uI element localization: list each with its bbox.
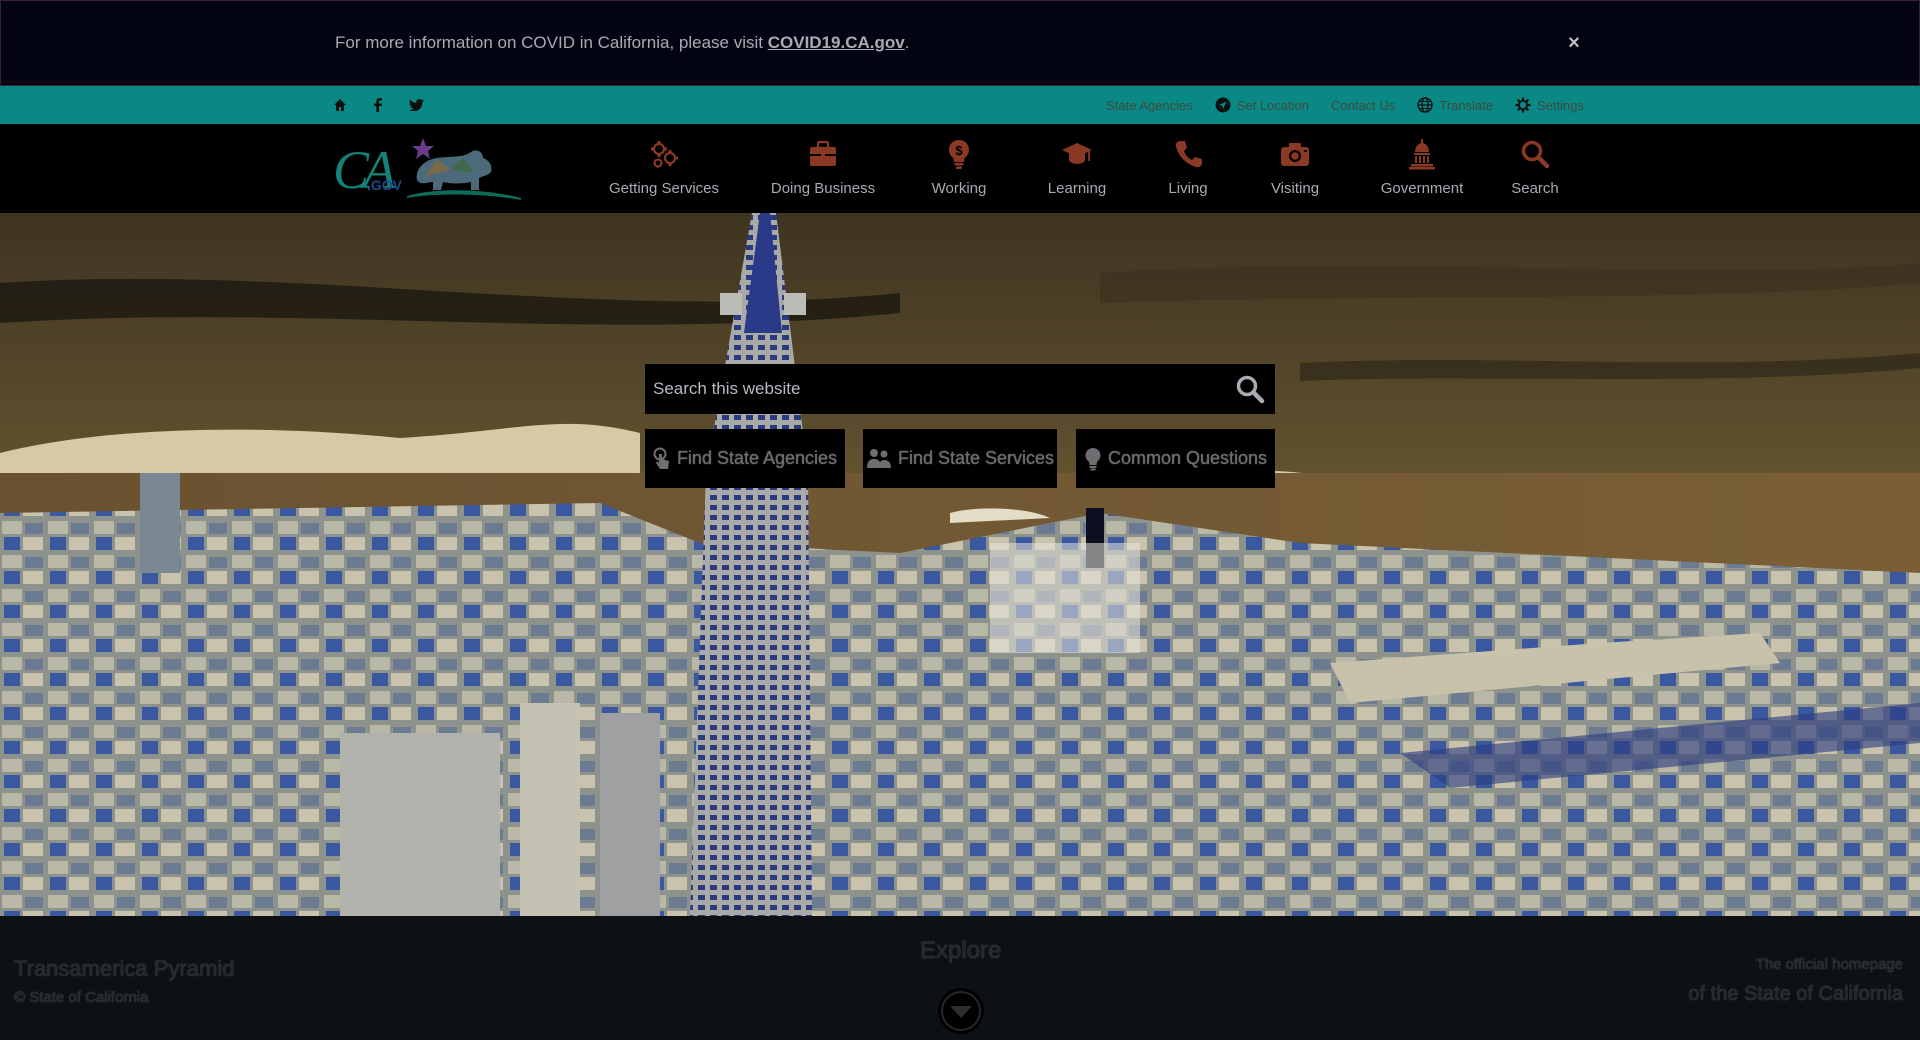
settings-link[interactable]: Settings	[1515, 97, 1584, 113]
quick-link-label: Find State Agencies	[676, 448, 838, 468]
nav-visiting[interactable]: Visiting	[1238, 124, 1352, 213]
quick-link-label: Find State Services	[897, 448, 1055, 468]
main-navigation: CA .GOV Getting Services Doing Business …	[0, 124, 1920, 213]
close-alert-button[interactable]: ×	[1564, 31, 1584, 55]
svg-text:$: $	[955, 143, 963, 158]
people-icon	[866, 448, 891, 468]
utility-links: State Agencies Set Location Contact Us T…	[1106, 86, 1584, 124]
alert-text: For more information on COVID in Califor…	[335, 33, 909, 53]
nav-living[interactable]: Living	[1138, 124, 1238, 213]
alert-message: For more information on COVID in Califor…	[335, 33, 768, 52]
covid-link[interactable]: COVID19.CA.gov	[768, 33, 905, 52]
hero-banner: Find State Agencies Find State Services …	[0, 213, 1920, 916]
official-homepage-line1: The official homepage	[1755, 956, 1903, 973]
nav-search[interactable]: Search	[1492, 124, 1578, 213]
explore-scroll-button[interactable]	[938, 988, 984, 1034]
utility-bar: State Agencies Set Location Contact Us T…	[0, 86, 1920, 124]
home-icon[interactable]	[330, 95, 350, 115]
set-location-label: Set Location	[1236, 97, 1309, 113]
nav-government[interactable]: Government	[1352, 124, 1492, 213]
official-homepage-line2: of the State of California	[1688, 983, 1903, 1005]
nav-working[interactable]: $ Working	[902, 124, 1016, 213]
nav-learning[interactable]: Learning	[1016, 124, 1138, 213]
explore-band: Transamerica Pyramid © State of Californ…	[0, 916, 1920, 1040]
site-search-form	[645, 364, 1275, 414]
find-state-agencies-button[interactable]: Find State Agencies	[645, 429, 845, 488]
alert-suffix: .	[904, 33, 910, 52]
nav-menu: Getting Services Doing Business $ Workin…	[584, 124, 1578, 213]
briefcase-icon	[810, 140, 836, 166]
star-icon	[412, 138, 434, 159]
lightbulb-icon	[1085, 447, 1101, 470]
explore-label: Explore	[920, 937, 1002, 964]
nav-getting-services[interactable]: Getting Services	[584, 124, 744, 213]
nav-label: Government	[1380, 180, 1464, 197]
translate-label: Translate	[1439, 97, 1494, 113]
graduation-cap-icon	[1062, 143, 1092, 164]
hero-background-image	[0, 213, 1920, 916]
social-links	[330, 95, 426, 115]
grass-icon	[407, 190, 521, 200]
camera-icon	[1281, 143, 1309, 166]
set-location-link[interactable]: Set Location	[1215, 97, 1309, 113]
ca-gov-logo[interactable]: CA .GOV	[333, 130, 523, 206]
find-state-services-button[interactable]: Find State Services	[863, 429, 1057, 488]
nav-label: Working	[931, 180, 987, 197]
gears-icon	[651, 141, 678, 168]
contact-us-label: Contact Us	[1330, 97, 1396, 113]
common-questions-button[interactable]: Common Questions	[1076, 429, 1275, 488]
contact-us-link[interactable]: Contact Us	[1331, 98, 1395, 113]
nav-doing-business[interactable]: Doing Business	[744, 124, 902, 213]
nav-label: Search	[1511, 180, 1559, 197]
settings-label: Settings	[1537, 97, 1584, 113]
search-input[interactable]	[645, 364, 1225, 414]
phone-icon	[1175, 141, 1202, 168]
nav-label: Visiting	[1270, 180, 1320, 197]
search-submit-button[interactable]	[1225, 364, 1275, 414]
nav-label: Doing Business	[770, 180, 876, 197]
state-agencies-link[interactable]: State Agencies	[1106, 98, 1193, 113]
covid-alert-bar: For more information on COVID in Califor…	[0, 0, 1920, 86]
twitter-icon[interactable]	[406, 95, 426, 115]
logo-gov-text: .GOV	[367, 177, 403, 193]
chevron-down-icon	[941, 991, 981, 1031]
location-icon	[1215, 97, 1231, 113]
lightbulb-dollar-icon: $	[949, 140, 969, 169]
nav-label: Living	[1168, 180, 1208, 197]
search-icon	[1521, 140, 1550, 169]
nav-label: Getting Services	[608, 180, 720, 197]
touch-icon	[653, 447, 669, 469]
gear-icon	[1515, 97, 1531, 113]
capitol-icon	[1409, 139, 1435, 170]
facebook-icon[interactable]	[368, 95, 388, 115]
state-agencies-label: State Agencies	[1105, 97, 1193, 113]
quick-link-label: Common Questions	[1107, 448, 1268, 468]
search-icon	[1236, 375, 1265, 404]
translate-link[interactable]: Translate	[1417, 97, 1493, 113]
globe-icon	[1417, 97, 1433, 113]
nav-label: Learning	[1047, 180, 1107, 197]
photo-caption-copyright: © State of California	[14, 989, 149, 1006]
photo-caption-title: Transamerica Pyramid	[14, 956, 235, 981]
